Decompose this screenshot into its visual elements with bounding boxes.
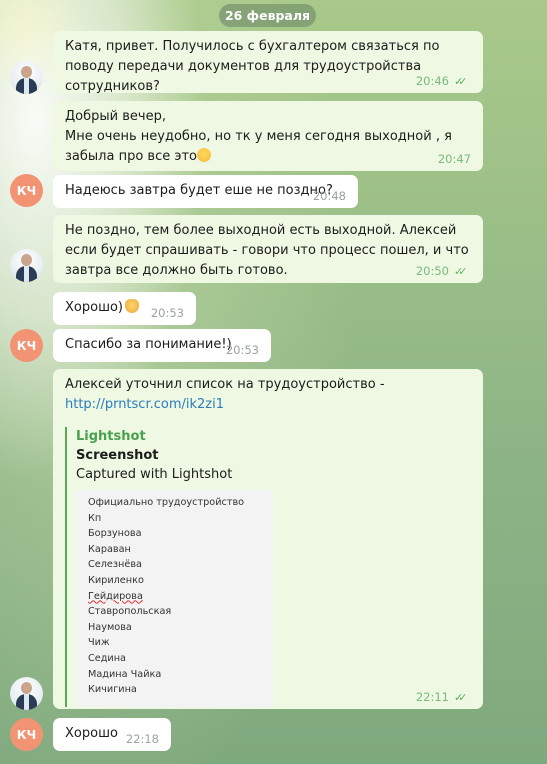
message-text: Алексей уточнил список на трудоустройств… xyxy=(65,377,385,392)
message-time: 20:47 xyxy=(437,152,471,166)
message-text: Добрый вечер, Мне очень неудобно, но тк у… xyxy=(65,109,452,164)
double-check-icon: ✓✓ xyxy=(454,265,467,278)
message-time: 20:50 xyxy=(415,264,449,278)
image-line: Кириленко xyxy=(88,574,144,586)
message-time: 20:53 xyxy=(150,306,184,320)
preview-site-name: Lightshot xyxy=(76,429,146,444)
message-outgoing[interactable]: Добрый вечер, Мне очень неудобно, но тк у… xyxy=(53,101,483,171)
message-time: 20:53 xyxy=(225,343,259,357)
image-line: Борзунова xyxy=(88,528,142,540)
image-line: Кп xyxy=(88,512,102,524)
apology-line: Мне очень неудобно, но тк у меня сегодня… xyxy=(65,129,452,164)
message-text: Не поздно, тем более выходной есть выход… xyxy=(65,223,469,278)
message-text: Спасибо за понимание!) xyxy=(65,337,232,352)
greeting-line: Добрый вечер, xyxy=(65,109,166,124)
message-incoming[interactable]: Хорошо) 20:53 xyxy=(53,292,196,325)
preview-description: Captured with Lightshot xyxy=(76,467,233,482)
double-check-icon: ✓✓ xyxy=(454,691,467,704)
worried-face-emoji xyxy=(197,148,212,162)
image-line: Гейдирова xyxy=(88,590,143,602)
double-check-icon: ✓✓ xyxy=(454,75,467,88)
message-outgoing[interactable]: Катя, привет. Получилось с бухгалтером с… xyxy=(53,31,483,94)
contact-avatar[interactable]: КЧ xyxy=(10,329,43,362)
preview-image[interactable]: Официально трудоустройство Кп Борзунова … xyxy=(76,490,273,707)
image-line: Селезнёва xyxy=(88,559,142,571)
message-time: 20:46 xyxy=(415,74,449,88)
sender-avatar[interactable] xyxy=(10,61,43,94)
image-line: Чиж xyxy=(88,637,110,649)
message-time: 20:48 xyxy=(312,189,346,203)
message-outgoing[interactable]: Не поздно, тем более выходной есть выход… xyxy=(53,215,483,283)
image-line: Мадина Чайка xyxy=(88,668,162,680)
message-incoming[interactable]: Хорошо 22:18 xyxy=(53,718,171,751)
sender-avatar[interactable] xyxy=(10,249,43,282)
message-outgoing[interactable]: Алексей уточнил список на трудоустройств… xyxy=(53,369,483,709)
sender-avatar[interactable] xyxy=(10,677,43,710)
message-text: Надеюсь завтра будет еше не поздно? xyxy=(65,183,333,198)
message-text: Хорошо xyxy=(65,726,118,741)
date-separator: 26 февраля xyxy=(219,4,316,27)
message-text: Катя, привет. Получилось с бухгалтером с… xyxy=(65,39,440,94)
contact-avatar[interactable]: КЧ xyxy=(10,174,43,207)
image-line: Седина xyxy=(88,652,126,664)
contact-avatar[interactable]: КЧ xyxy=(10,718,43,751)
message-incoming[interactable]: Надеюсь завтра будет еше не поздно? 20:4… xyxy=(53,175,358,208)
message-link[interactable]: http://prntscr.com/ik2zi1 xyxy=(65,397,224,412)
preview-title: Screenshot xyxy=(76,448,159,463)
message-time: 22:18 xyxy=(125,732,159,746)
ok-hand-emoji xyxy=(125,299,139,313)
image-line: Кичигина xyxy=(88,684,137,696)
image-line: Официально трудоустройство xyxy=(88,497,245,508)
message-time: 22:11 xyxy=(415,690,449,704)
image-line: Ставропольская xyxy=(88,606,172,618)
message-incoming[interactable]: Спасибо за понимание!) 20:53 xyxy=(53,329,271,362)
image-line: Наумова xyxy=(88,621,132,633)
link-preview[interactable]: Lightshot Screenshot Captured with Light… xyxy=(65,427,471,707)
image-line: Караван xyxy=(88,543,131,555)
message-text: Хорошо) xyxy=(65,300,123,315)
